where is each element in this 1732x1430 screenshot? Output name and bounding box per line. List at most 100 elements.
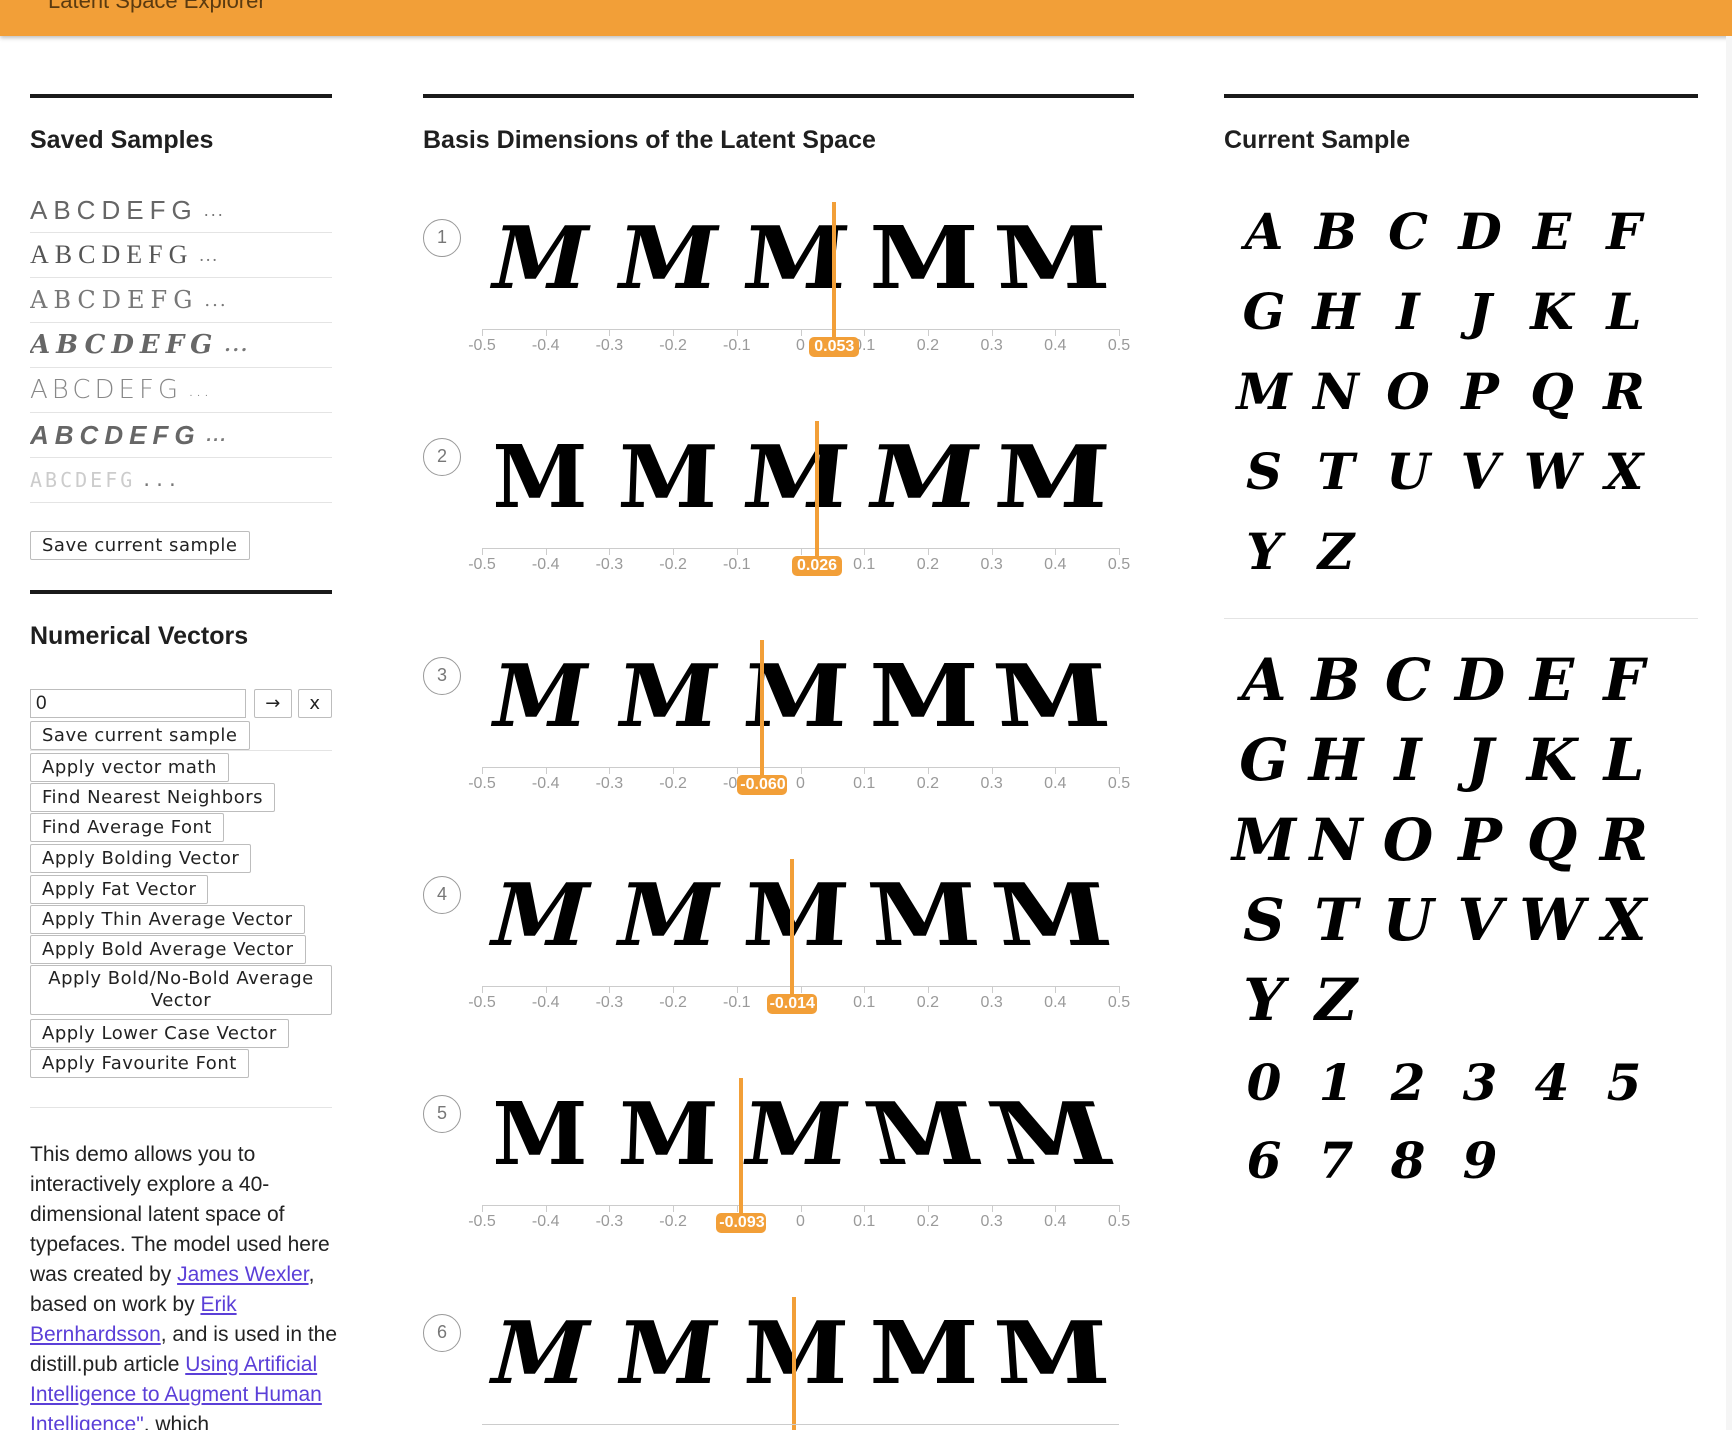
sample-letter: N bbox=[1313, 362, 1359, 421]
find-average-font-button[interactable]: Find Average Font bbox=[30, 813, 224, 842]
vector-input[interactable]: 0 bbox=[30, 689, 246, 718]
apply-fat-vector-button[interactable]: Apply Fat Vector bbox=[30, 875, 209, 904]
vectors-divider bbox=[30, 750, 332, 751]
axis-tick bbox=[927, 1205, 929, 1212]
sample-digit: 4 bbox=[1534, 1053, 1570, 1112]
axis-tick bbox=[545, 767, 547, 774]
axis-tick-label: 0 bbox=[796, 1213, 805, 1230]
axis-tick bbox=[1055, 767, 1057, 774]
axis-tick-label: 0.4 bbox=[1044, 1213, 1067, 1230]
saved-sample-item[interactable]: ABCDEFG... bbox=[30, 368, 332, 413]
save-current-sample-button-2[interactable]: Save current sample bbox=[30, 721, 250, 750]
saved-samples-title: Saved Samples bbox=[30, 126, 214, 154]
axis-tick bbox=[927, 986, 929, 993]
apply-thin-average-vector-button[interactable]: Apply Thin Average Vector bbox=[30, 905, 305, 934]
sample-letter: Z bbox=[1314, 966, 1358, 1034]
axis-tick-label: 0.4 bbox=[1044, 994, 1067, 1011]
axis-tick-label: -0.5 bbox=[468, 337, 496, 354]
apply-bold-average-vector-button[interactable]: Apply Bold Average Vector bbox=[30, 935, 306, 964]
dimension-value: -0.060 bbox=[737, 775, 788, 795]
axis-tick-label: -0.5 bbox=[468, 994, 496, 1011]
scrollbar[interactable] bbox=[1726, 36, 1732, 1430]
dimension-axis[interactable] bbox=[482, 1424, 1119, 1425]
saved-sample-item[interactable]: ABCDEFG... bbox=[30, 323, 332, 368]
sample-letter: R bbox=[1603, 362, 1645, 421]
saved-sample-item[interactable]: ABCDEFG... bbox=[30, 233, 332, 278]
dimension-marker[interactable] bbox=[792, 1297, 797, 1430]
dimension-glyph: M bbox=[985, 865, 1118, 966]
axis-tick-label: -0.3 bbox=[595, 556, 624, 573]
axis-tick bbox=[991, 767, 993, 774]
dimension-marker[interactable] bbox=[815, 421, 820, 561]
axis-tick bbox=[1119, 1205, 1120, 1212]
clear-vector-button[interactable]: x bbox=[298, 689, 332, 718]
axis-tick bbox=[991, 329, 993, 336]
dimension-number: 2 bbox=[423, 438, 461, 476]
axis-tick bbox=[864, 986, 866, 993]
sample-letter: Z bbox=[1317, 522, 1355, 581]
current-sample-rule bbox=[1224, 94, 1698, 98]
axis-tick bbox=[991, 548, 993, 555]
saved-samples-list: ABCDEFG... ABCDEFG... ABCDEFG... ABCDEFG… bbox=[30, 188, 332, 503]
apply-bold-no-bold-average-vector-button[interactable]: Apply Bold/No-Bold Average Vector bbox=[30, 965, 332, 1015]
dimension-value: 0.053 bbox=[809, 337, 860, 357]
dimension-glyph: M bbox=[492, 427, 588, 528]
axis-tick-label: 0.5 bbox=[1107, 1213, 1131, 1230]
axis-tick bbox=[545, 548, 547, 555]
axis-tick bbox=[482, 548, 483, 555]
dimension-glyph: M bbox=[616, 1084, 720, 1185]
axis-tick bbox=[736, 329, 738, 336]
apply-lower-case-vector-button[interactable]: Apply Lower Case Vector bbox=[30, 1019, 289, 1048]
axis-tick bbox=[609, 548, 611, 555]
dimension-marker[interactable] bbox=[760, 640, 765, 780]
sample-letter: W bbox=[1519, 886, 1585, 954]
dimension-marker[interactable] bbox=[789, 859, 794, 999]
sample-letter: M bbox=[1231, 806, 1297, 874]
sample-letter: U bbox=[1386, 442, 1430, 501]
top-bar: Latent Space Explorer bbox=[0, 0, 1732, 36]
dimension-glyph: M bbox=[869, 1303, 979, 1404]
axis-tick bbox=[800, 1205, 802, 1212]
save-current-sample-button[interactable]: Save current sample bbox=[30, 531, 250, 560]
dimension-glyph: M bbox=[740, 646, 852, 747]
dimension-glyph: M bbox=[738, 427, 854, 528]
saved-sample-item[interactable]: ABCDEFG... bbox=[30, 278, 332, 323]
apply-vector-input-button[interactable]: → bbox=[254, 689, 292, 718]
axis-tick-label: 0.3 bbox=[980, 337, 1003, 354]
dimension-glyph: M bbox=[738, 208, 854, 309]
apply-vector-math-button[interactable]: Apply vector math bbox=[30, 753, 229, 782]
sample-letter: D bbox=[1458, 202, 1502, 261]
axis-tick-label: 0.2 bbox=[916, 556, 940, 573]
find-nearest-neighbors-button[interactable]: Find Nearest Neighbors bbox=[30, 783, 275, 812]
sample-letter: K bbox=[1530, 282, 1574, 341]
app-title: Latent Space Explorer bbox=[48, 0, 266, 13]
dimension-marker[interactable] bbox=[739, 1078, 744, 1218]
axis-tick bbox=[800, 986, 802, 993]
dimension-glyph: M bbox=[492, 1084, 588, 1185]
apply-favourite-font-button[interactable]: Apply Favourite Font bbox=[30, 1049, 249, 1078]
sample-letter: L bbox=[1606, 282, 1642, 341]
axis-tick bbox=[482, 1205, 483, 1212]
axis-tick-label: -0.5 bbox=[468, 556, 496, 573]
axis-tick bbox=[482, 329, 483, 336]
axis-tick bbox=[864, 767, 866, 774]
axis-tick bbox=[1119, 548, 1120, 555]
dimension-marker[interactable] bbox=[832, 202, 837, 342]
saved-sample-item[interactable]: ABCDEFG... bbox=[30, 188, 332, 233]
axis-tick bbox=[673, 986, 675, 993]
axis-tick bbox=[1055, 986, 1057, 993]
axis-tick bbox=[1055, 1205, 1057, 1212]
dimension-number: 3 bbox=[423, 657, 461, 695]
saved-sample-item[interactable]: ABCDEFG... bbox=[30, 458, 332, 503]
sample-digit: 7 bbox=[1318, 1131, 1354, 1190]
dimension-glyph: M bbox=[860, 427, 988, 528]
apply-bolding-vector-button[interactable]: Apply Bolding Vector bbox=[30, 844, 252, 873]
axis-tick bbox=[927, 548, 929, 555]
james-wexler-link[interactable]: James Wexler bbox=[177, 1263, 309, 1286]
axis-tick-label: -0.5 bbox=[468, 775, 496, 792]
axis-tick bbox=[991, 1205, 993, 1212]
saved-sample-item[interactable]: ABCDEFG... bbox=[30, 413, 332, 458]
axis-tick-label: 0.3 bbox=[980, 1213, 1003, 1230]
sample-letter: R bbox=[1599, 806, 1649, 874]
axis-tick bbox=[991, 986, 993, 993]
